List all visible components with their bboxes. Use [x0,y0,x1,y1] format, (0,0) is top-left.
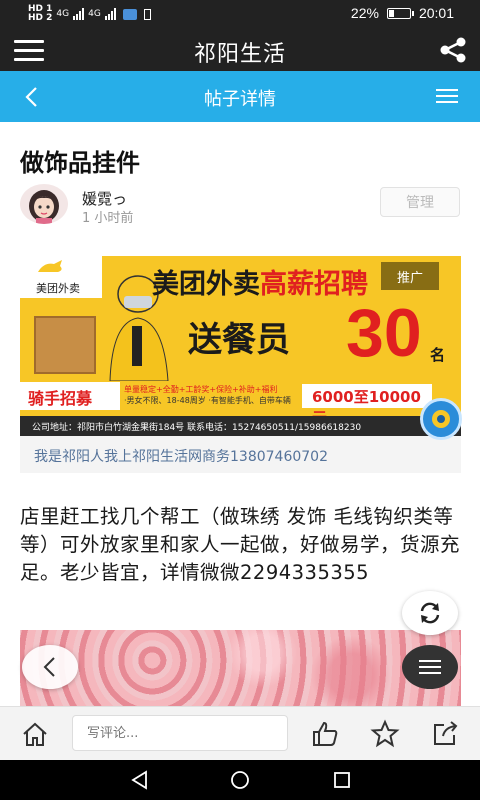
signal-icon [73,8,85,20]
status-left: HD 1 HD 2 4G 4G [28,5,151,23]
ad-details: 单量稳定+全勤+工龄奖+保险+补助+福利 ·男女不限、18-48周岁 ·有智能手… [124,384,291,406]
share-out-icon[interactable] [430,719,460,749]
ad-caption[interactable]: 我是祁阳人我上祁阳生活网商务13807460702 [34,446,328,466]
sim2-label: HD 2 [28,13,53,23]
avatar-image [29,190,59,224]
ad-logo: 美团外卖 [20,256,102,298]
clock: 20:01 [418,5,454,21]
ad-details-line1: 单量稳定+全勤+工龄奖+保险+补助+福利 [124,385,278,394]
alert-icon [143,8,151,20]
ad-banner[interactable]: 美团外卖 美团外卖高薪招聘 送餐员 30 名 骑手招募 单量稳定+全勤+工龄奖+… [20,256,461,436]
post-body: 店里赶工找几个帮工（做珠绣 发饰 毛线钩织类等等）可外放家里和家人一起做，好做易… [20,505,461,584]
eye-icon[interactable] [420,398,462,440]
ad-count: 30 [346,295,422,371]
system-nav-bar [0,760,480,800]
thumbs-up-icon[interactable] [310,719,340,749]
avatar[interactable] [20,184,68,224]
app-header: 祁阳生活 [0,28,480,71]
circle-home-icon[interactable] [228,768,252,792]
ad-brand-name: 美团外卖 [152,269,260,300]
sub-header: 帖子详情 [0,71,480,122]
chevron-left-icon [43,657,55,677]
menu-lines-icon [419,660,441,674]
post-image[interactable] [20,630,461,706]
refresh-icon [420,602,440,624]
network-type-2: 4G [88,9,101,19]
signal-icon-2 [104,8,116,20]
network-type-1: 4G [56,9,70,19]
eye-icon-glyph [432,410,450,428]
ad-rider-label: 骑手招募 [20,382,120,410]
ad-headline: 送餐员 [188,320,290,360]
triangle-back-icon[interactable] [128,768,152,792]
kangaroo-icon [38,260,62,272]
status-bar: HD 1 HD 2 4G 4G 22% 20:01 [0,0,480,28]
ad-brand: 美团外卖高薪招聘 [152,262,368,301]
post-title: 做饰品挂件 [20,149,140,177]
refresh-button[interactable] [402,591,458,635]
float-back-button[interactable] [22,645,78,689]
ad-salary: 6000至10000元 [302,384,432,427]
notification-icon [122,8,137,20]
page-title: 帖子详情 [204,89,276,110]
ad-logo-text: 美团外卖 [36,282,80,295]
battery-percent: 22% [350,5,379,21]
comment-input[interactable] [72,715,288,751]
post-time: 1 小时前 [82,211,134,226]
ad-count-unit: 名 [430,346,446,364]
share-icon[interactable] [438,36,468,64]
manage-button[interactable]: 管理 [380,187,460,217]
ad-block[interactable]: 美团外卖 美团外卖高薪招聘 送餐员 30 名 骑手招募 单量稳定+全勤+工龄奖+… [20,256,461,473]
menu-lines-icon[interactable] [436,89,458,105]
home-icon[interactable] [20,719,50,749]
sim-labels: HD 1 HD 2 [28,5,52,23]
comment-bar [0,706,480,760]
battery-icon [386,7,414,19]
battery-fill [388,9,394,17]
status-right: 22% 20:01 [351,5,454,21]
star-icon[interactable] [370,719,400,749]
ad-tag: 推广 [381,262,439,290]
float-menu-button[interactable] [402,645,458,689]
author-name[interactable]: 媛霓っ [82,188,127,209]
ad-footer: 公司地址：祁阳市白竹湖金果街184号 联系电话：15274650511/1598… [20,416,461,436]
square-recents-icon[interactable] [330,768,354,792]
ad-details-line2: ·男女不限、18-48周岁 ·有智能手机、自带车辆 [124,396,291,405]
delivery-box-image [34,316,96,374]
app-title: 祁阳生活 [193,42,286,67]
